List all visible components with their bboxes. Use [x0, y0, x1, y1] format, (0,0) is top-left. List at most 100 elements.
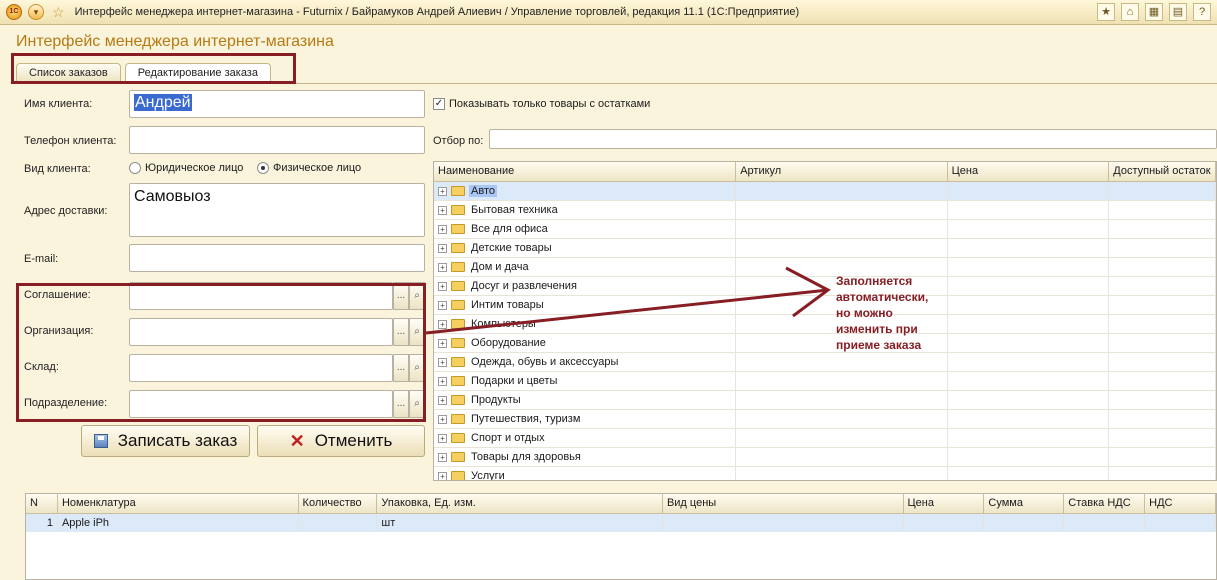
col-n[interactable]: N — [26, 494, 58, 513]
product-cell — [1109, 429, 1216, 447]
table-row[interactable]: + Продукты — [434, 391, 1216, 410]
phone-label: Телефон клиента: — [24, 135, 117, 147]
cancel-label: Отменить — [314, 431, 393, 450]
table-row[interactable]: 1 Apple iPh шт — [26, 514, 1216, 532]
product-group-name: Товары для здоровья — [471, 451, 581, 463]
expand-plus-icon[interactable]: + — [438, 262, 447, 272]
row-item: Apple iPh — [58, 514, 299, 532]
table-row[interactable]: + Все для офиса — [434, 220, 1216, 239]
selection-input[interactable] — [489, 129, 1217, 149]
save-order-button[interactable]: Записать заказ — [81, 425, 250, 457]
product-cell — [1109, 334, 1216, 352]
radio-legal-entity[interactable]: Юридическое лицо — [129, 162, 243, 174]
product-cell — [736, 372, 948, 390]
address-label: Адрес доставки: — [24, 205, 108, 217]
email-input[interactable] — [129, 244, 425, 272]
col-sum[interactable]: Сумма — [984, 494, 1065, 513]
expand-plus-icon[interactable]: + — [438, 243, 447, 253]
col-price[interactable]: Цена — [904, 494, 985, 513]
table-row[interactable]: + Спорт и отдых — [434, 429, 1216, 448]
expand-plus-icon[interactable]: + — [438, 319, 447, 329]
client-name-label: Имя клиента: — [24, 98, 93, 110]
table-row[interactable]: + Компьютеры — [434, 315, 1216, 334]
expand-plus-icon[interactable]: + — [438, 281, 447, 291]
col-vat[interactable]: НДС — [1145, 494, 1216, 513]
cancel-icon: ✕ — [289, 430, 305, 451]
expand-plus-icon[interactable]: + — [438, 357, 447, 367]
cancel-button[interactable]: ✕ Отменить — [257, 425, 425, 457]
help-icon[interactable]: ? — [1193, 3, 1211, 21]
expand-plus-icon[interactable]: + — [438, 452, 447, 462]
product-cell — [736, 220, 948, 238]
client-name-input[interactable]: Андрей — [129, 90, 425, 118]
checkbox-check-icon: ✓ — [433, 98, 445, 110]
expand-plus-icon[interactable]: + — [438, 205, 447, 215]
table-row[interactable]: + Услуги — [434, 467, 1216, 480]
product-cell — [1109, 201, 1216, 219]
col-price-type[interactable]: Вид цены — [663, 494, 904, 513]
product-group-name: Досуг и развлечения — [471, 280, 577, 292]
calculator-icon[interactable]: ▦ — [1145, 3, 1163, 21]
expand-plus-icon[interactable]: + — [438, 433, 447, 443]
col-available[interactable]: Доступный остаток — [1109, 162, 1216, 181]
col-unit[interactable]: Упаковка, Ед. изм. — [377, 494, 663, 513]
col-vat-rate[interactable]: Ставка НДС — [1064, 494, 1146, 513]
expand-plus-icon[interactable]: + — [438, 471, 447, 480]
product-group-name: Спорт и отдых — [471, 432, 545, 444]
col-article[interactable]: Артикул — [736, 162, 948, 181]
expand-plus-icon[interactable]: + — [438, 338, 447, 348]
table-row[interactable]: + Досуг и развлечения — [434, 277, 1216, 296]
expand-plus-icon[interactable]: + — [438, 376, 447, 386]
product-name-cell: + Детские товары — [434, 239, 737, 257]
main-menu-button[interactable]: ▾ — [28, 4, 44, 20]
app-logo-icon[interactable]: 1С — [6, 4, 22, 20]
table-row[interactable]: + Бытовая техника — [434, 201, 1216, 220]
calendar-icon[interactable]: ▤ — [1169, 3, 1187, 21]
favorites-star-icon[interactable]: ☆ — [52, 4, 65, 21]
table-row[interactable]: + Авто — [434, 182, 1216, 201]
history-icon[interactable]: ⌂ — [1121, 3, 1139, 21]
product-name-cell: + Одежда, обувь и аксессуары — [434, 353, 737, 371]
add-favorite-icon[interactable]: ★ — [1097, 3, 1115, 21]
table-row[interactable]: + Детские товары — [434, 239, 1216, 258]
product-cell — [1109, 410, 1216, 428]
product-cell — [736, 201, 948, 219]
table-row[interactable]: + Подарки и цветы — [434, 372, 1216, 391]
product-cell — [948, 429, 1110, 447]
folder-icon — [451, 243, 465, 253]
col-price[interactable]: Цена — [948, 162, 1110, 181]
col-item[interactable]: Номенклатура — [58, 494, 299, 513]
table-row[interactable]: + Одежда, обувь и аксессуары — [434, 353, 1216, 372]
address-input[interactable]: Самовыоз — [129, 183, 425, 237]
radio-dot-selected — [257, 162, 269, 174]
product-name-cell: + Дом и дача — [434, 258, 737, 276]
product-cell — [948, 353, 1110, 371]
radio-individual[interactable]: Физическое лицо — [257, 162, 361, 174]
col-name[interactable]: Наименование — [434, 162, 737, 181]
product-group-name: Дом и дача — [471, 261, 529, 273]
row-price — [904, 514, 985, 532]
expand-plus-icon[interactable]: + — [438, 395, 447, 405]
expand-plus-icon[interactable]: + — [438, 414, 447, 424]
table-row[interactable]: + Оборудование — [434, 334, 1216, 353]
phone-input[interactable] — [129, 126, 425, 154]
stock-only-checkbox[interactable]: ✓ Показывать только товары с остатками — [433, 98, 650, 110]
table-row[interactable]: + Дом и дача — [434, 258, 1216, 277]
col-quantity[interactable]: Количество — [299, 494, 378, 513]
folder-icon — [451, 395, 465, 405]
product-cell — [1109, 448, 1216, 466]
expand-plus-icon[interactable]: + — [438, 186, 447, 196]
product-cell — [948, 334, 1110, 352]
row-vat — [1145, 514, 1216, 532]
product-group-name: Авто — [469, 185, 497, 197]
table-row[interactable]: + Путешествия, туризм — [434, 410, 1216, 429]
product-cell — [1109, 239, 1216, 257]
row-sum — [984, 514, 1065, 532]
expand-plus-icon[interactable]: + — [438, 300, 447, 310]
folder-icon — [451, 433, 465, 443]
table-row[interactable]: + Товары для здоровья — [434, 448, 1216, 467]
table-row[interactable]: + Интим товары — [434, 296, 1216, 315]
expand-plus-icon[interactable]: + — [438, 224, 447, 234]
product-name-cell: + Компьютеры — [434, 315, 737, 333]
product-cell — [736, 410, 948, 428]
